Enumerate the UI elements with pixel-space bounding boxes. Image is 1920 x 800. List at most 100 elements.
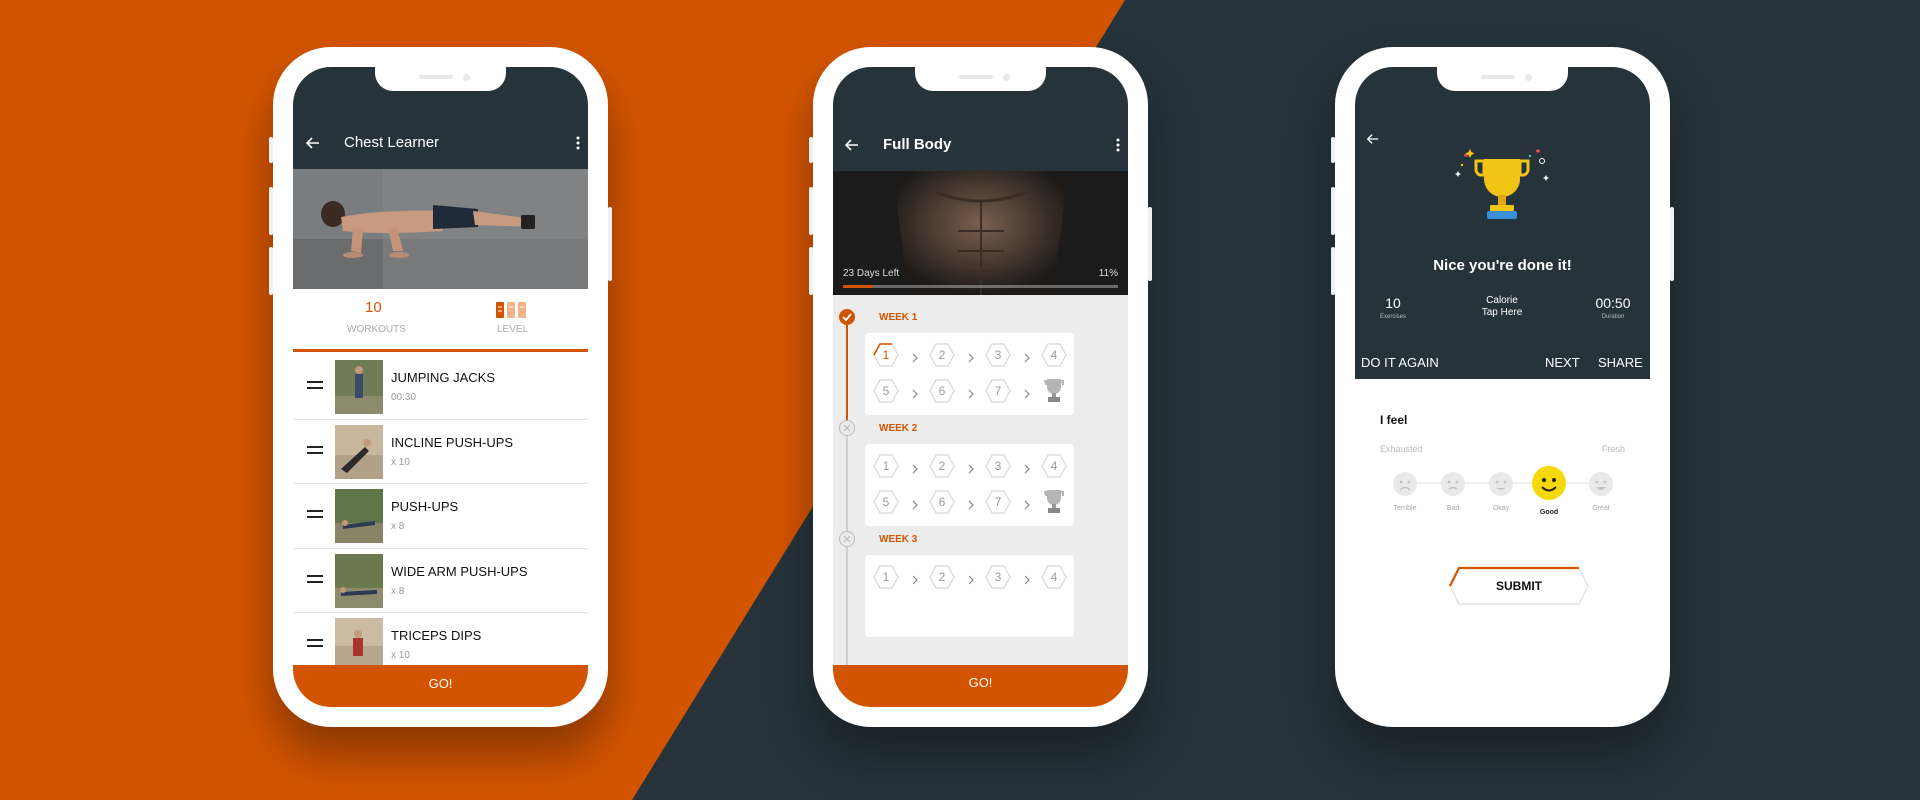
- timeline-active: [846, 323, 848, 435]
- day-hexagon[interactable]: 3: [985, 343, 1011, 367]
- phone-notch: [915, 67, 1046, 91]
- completion-message: Nice you're done it!: [1433, 257, 1572, 274]
- progress-bar: [843, 285, 1118, 288]
- drag-handle-icon[interactable]: [307, 574, 323, 585]
- phone-workout-list: Chest Learner 10 WORKOUTS LEVEL JUMPING …: [269, 47, 612, 727]
- day-hexagon[interactable]: 4: [1041, 565, 1067, 589]
- back-arrow-icon[interactable]: [1365, 131, 1381, 147]
- level-bars-icon: [496, 300, 526, 318]
- exercise-name: INCLINE PUSH-UPS: [391, 434, 514, 450]
- drag-handle-icon[interactable]: [307, 639, 323, 649]
- hero-image-pushup: [293, 169, 588, 289]
- page-title: Chest Learner: [344, 134, 440, 151]
- chevron-right-icon: [1023, 350, 1031, 363]
- exercise-name: PUSH-UPS: [391, 499, 459, 514]
- exercise-list: JUMPING JACKS 00:30 INCLINE PUSH-UPS x 1…: [293, 355, 588, 678]
- exercise-detail: x 10: [391, 456, 410, 468]
- day-hexagon[interactable]: 3: [985, 565, 1011, 589]
- days-left-text: 23 Days Left: [843, 268, 900, 279]
- go-button[interactable]: GO!: [293, 665, 588, 707]
- exercise-thumbnail: [335, 618, 383, 672]
- submit-button[interactable]: SUBMIT: [1449, 566, 1589, 606]
- level-label: LEVEL: [497, 324, 529, 335]
- exercise-row[interactable]: INCLINE PUSH-UPS x 10: [293, 420, 588, 484]
- screen-workout-list: Chest Learner 10 WORKOUTS LEVEL JUMPING …: [293, 67, 588, 707]
- chevron-right-icon: [911, 497, 919, 510]
- day-hexagon[interactable]: 5: [873, 379, 899, 403]
- stat-calorie[interactable]: Calorie Tap Here: [1462, 295, 1542, 318]
- week-title: WEEK 3: [879, 534, 918, 545]
- drag-handle-icon[interactable]: [307, 381, 323, 391]
- go-button[interactable]: GO!: [833, 665, 1128, 707]
- mood-bad[interactable]: Bad: [1433, 471, 1473, 512]
- back-arrow-icon[interactable]: [844, 137, 860, 153]
- exercise-row[interactable]: PUSH-UPS x 8: [293, 484, 588, 549]
- phone-completion: Nice you're done it! 10 Exercises Calori…: [1331, 47, 1674, 727]
- chevron-right-icon: [967, 497, 975, 510]
- drag-handle-icon[interactable]: [307, 510, 323, 520]
- feel-title: I feel: [1380, 413, 1408, 427]
- do-it-again-button[interactable]: DO IT AGAIN: [1361, 355, 1439, 370]
- exercise-detail: x 8: [391, 521, 405, 532]
- progress-fill: [843, 285, 874, 288]
- day-hexagon[interactable]: 1: [873, 565, 899, 589]
- share-button[interactable]: SHARE: [1598, 355, 1643, 370]
- progress-percent: 11%: [1098, 268, 1118, 279]
- screen-completion: Nice you're done it! 10 Exercises Calori…: [1355, 67, 1650, 707]
- day-hexagon[interactable]: 4: [1041, 454, 1067, 478]
- chevron-right-icon: [967, 572, 975, 585]
- day-hexagon[interactable]: 1: [873, 454, 899, 478]
- drag-handle-icon[interactable]: [307, 445, 323, 456]
- day-hexagon[interactable]: 1: [873, 343, 899, 367]
- stat-exercises: 10 Exercises: [1379, 295, 1406, 320]
- scale-low-label: Exhausted: [1380, 444, 1423, 454]
- chevron-right-icon: [911, 350, 919, 363]
- week-card: 1 2 3 4 5 6 7: [865, 444, 1074, 526]
- day-hexagon[interactable]: 2: [929, 343, 955, 367]
- chevron-right-icon: [967, 461, 975, 474]
- phone-plan: Full Body 23 Days Left 11% WEEK 1 1 2 3 …: [809, 47, 1152, 727]
- day-hexagon[interactable]: 2: [929, 454, 955, 478]
- scale-high-label: Fresh: [1601, 444, 1625, 454]
- exercise-detail: 00:30: [391, 392, 417, 403]
- chevron-right-icon: [911, 572, 919, 585]
- day-hexagon[interactable]: 4: [1041, 343, 1067, 367]
- chevron-right-icon: [967, 386, 975, 399]
- phone-notch: [375, 67, 506, 91]
- day-hexagon[interactable]: 7: [985, 379, 1011, 403]
- week-locked-icon: [839, 420, 855, 436]
- day-hexagon[interactable]: 2: [929, 565, 955, 589]
- mood-great[interactable]: Great: [1581, 471, 1621, 512]
- trophy-icon: [1450, 147, 1555, 242]
- completion-summary: Nice you're done it! 10 Exercises Calori…: [1355, 67, 1650, 379]
- mood-good[interactable]: Good: [1527, 465, 1571, 516]
- back-arrow-icon[interactable]: [305, 135, 321, 151]
- exercise-row[interactable]: WIDE ARM PUSH-UPS x 8: [293, 549, 588, 613]
- mood-okay[interactable]: Okay: [1481, 471, 1521, 512]
- phone-notch: [1437, 67, 1568, 91]
- exercise-row[interactable]: JUMPING JACKS 00:30: [293, 355, 588, 420]
- day-hexagon[interactable]: 5: [873, 490, 899, 514]
- week-locked-icon: [839, 531, 855, 547]
- next-button[interactable]: NEXT: [1545, 355, 1580, 370]
- exercise-detail: x 8: [391, 585, 405, 597]
- chevron-right-icon: [1023, 386, 1031, 399]
- exercise-detail: x 10: [391, 650, 410, 661]
- day-hexagon[interactable]: 6: [929, 379, 955, 403]
- exercise-thumbnail: [335, 489, 383, 543]
- trophy-icon: [1043, 488, 1065, 514]
- workouts-count: 10: [365, 299, 382, 316]
- exercise-name: WIDE ARM PUSH-UPS: [391, 563, 528, 579]
- day-hexagon[interactable]: 3: [985, 454, 1011, 478]
- day-hexagon[interactable]: 6: [929, 490, 955, 514]
- more-vert-icon[interactable]: [574, 135, 582, 151]
- day-hexagon[interactable]: 7: [985, 490, 1011, 514]
- hero-image-torso: 23 Days Left 11%: [833, 171, 1128, 295]
- chevron-right-icon: [967, 350, 975, 363]
- mood-terrible[interactable]: Terrible: [1385, 471, 1425, 512]
- exercise-thumbnail: [335, 360, 383, 414]
- stats-bar: 10 WORKOUTS LEVEL: [293, 289, 588, 352]
- exercise-name: JUMPING JACKS: [391, 370, 496, 385]
- screen-plan: Full Body 23 Days Left 11% WEEK 1 1 2 3 …: [833, 67, 1128, 707]
- more-vert-icon[interactable]: [1114, 137, 1122, 153]
